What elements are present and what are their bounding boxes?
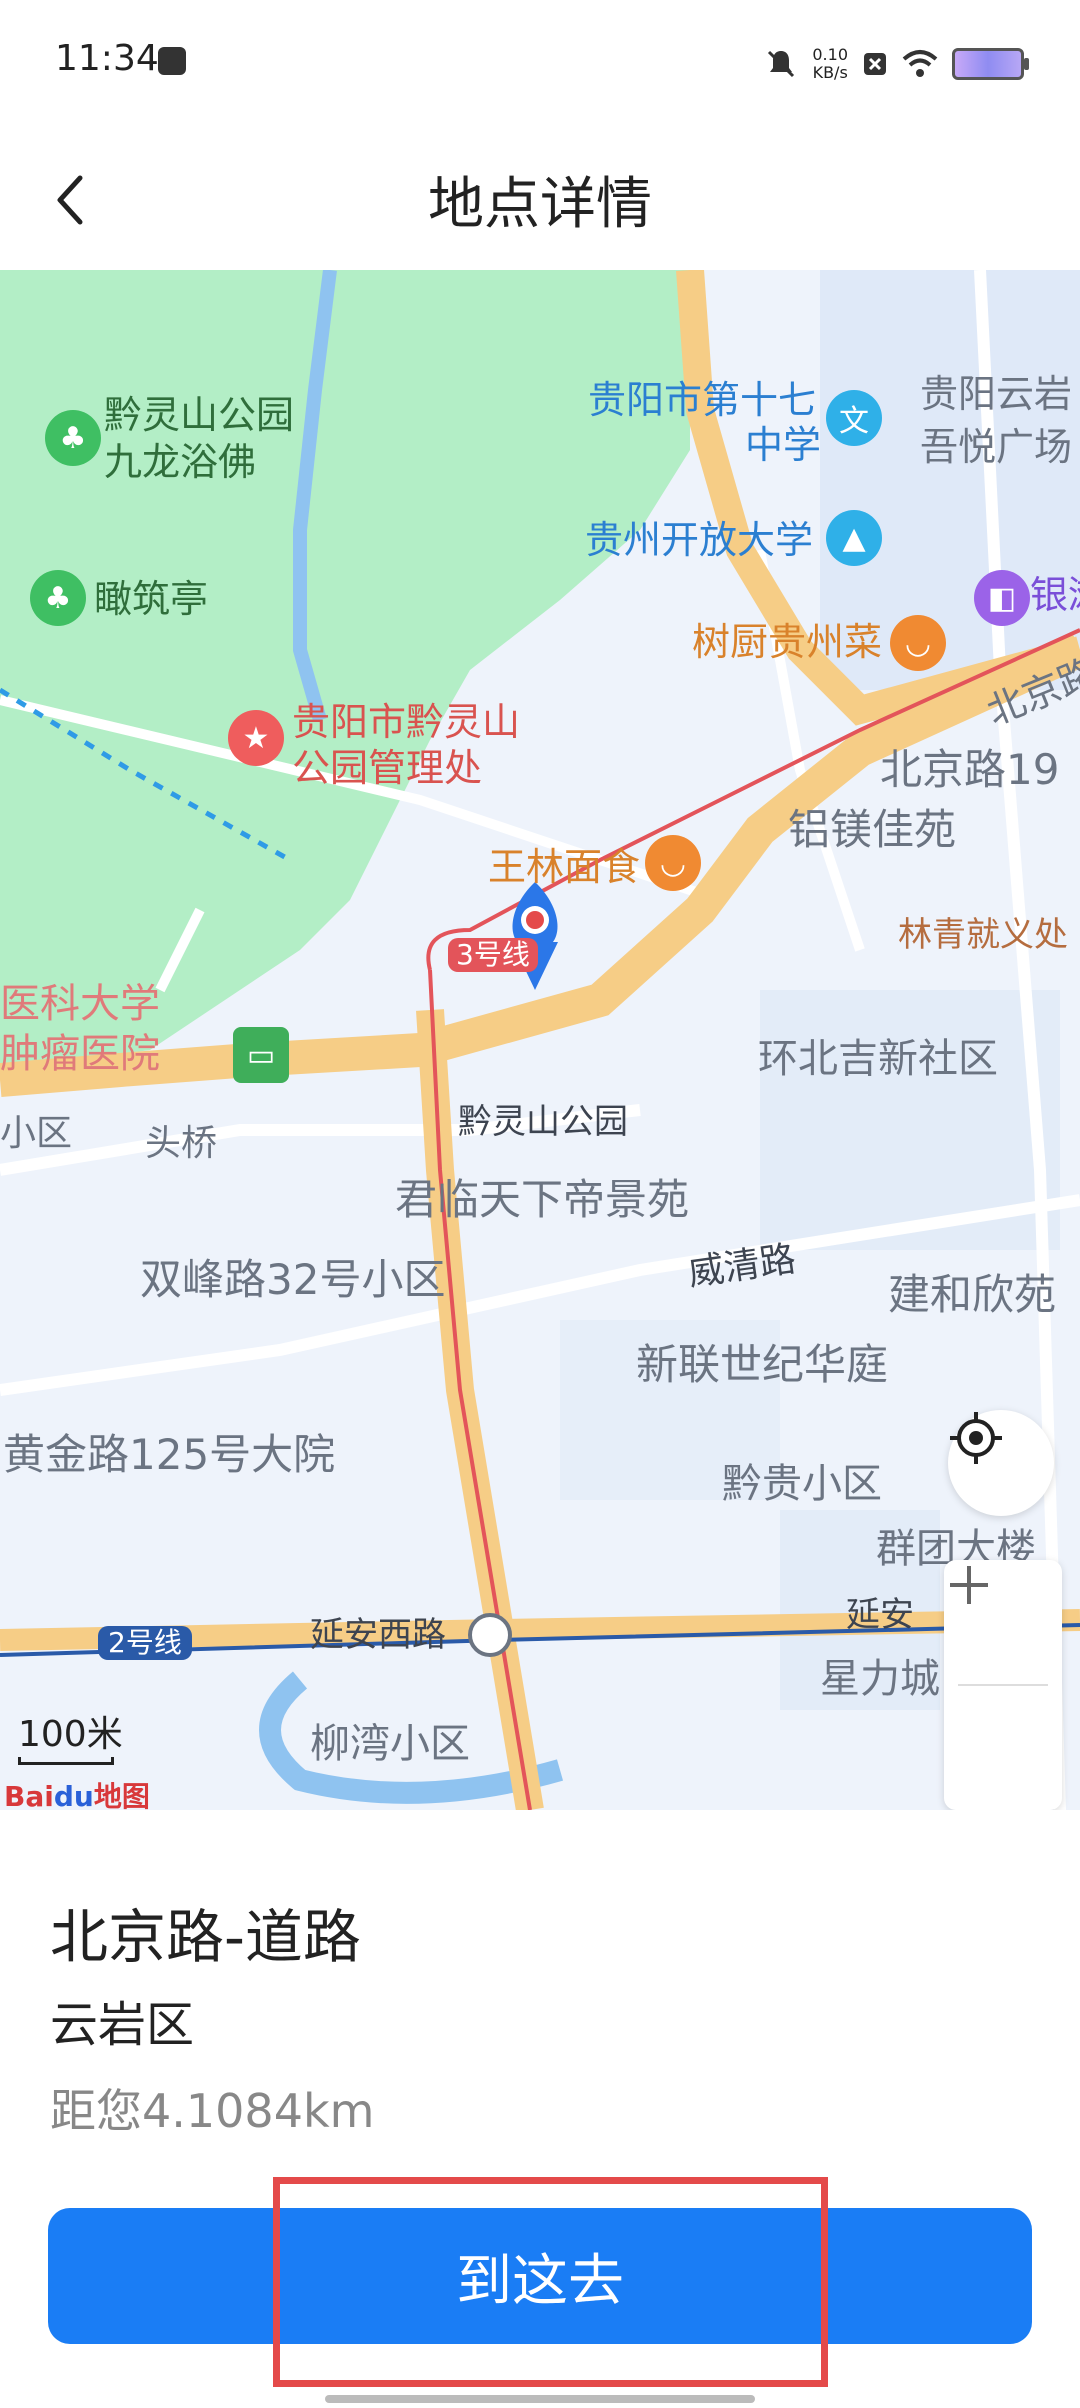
map-label-park-office-2: 公园管理处 [292, 746, 483, 790]
map-label-toutiao: 头桥 [145, 1123, 218, 1164]
page-title: 地点详情 [428, 172, 652, 237]
message-notification-icon [158, 47, 186, 75]
map-label-linqing: 林青就义处 [898, 915, 1068, 955]
office-star-icon: ★ [228, 710, 284, 766]
map-label-shuangfeng: 双峰路32号小区 [140, 1255, 446, 1304]
university-icon: ▲ [826, 510, 882, 566]
map-label-pavilion: 瞰筑亭 [94, 577, 209, 621]
go-here-label: 到这去 [456, 2248, 624, 2314]
home-indicator[interactable] [325, 2395, 755, 2403]
map-label-medical-1: 医科大学 [0, 981, 160, 1027]
baidu-logo-du: du [53, 1780, 94, 1810]
metro-line2-badge: 2号线 [98, 1626, 192, 1660]
network-speed-value: 0.10 [812, 45, 848, 64]
status-icons: 0.10 KB/s [764, 44, 1029, 84]
wifi-icon [902, 50, 938, 77]
map-label-jianhe: 建和欣苑 [888, 1270, 1057, 1319]
place-distance: 距您4.1084km [50, 2084, 375, 2138]
school-icon: 文 [826, 390, 882, 446]
place-district: 云岩区 [50, 1997, 195, 2053]
baidu-map-logo: Baidu地图 [4, 1775, 150, 1810]
status-bar: 11:34 0.10 KB/s [0, 0, 1080, 125]
network-speed: 0.10 KB/s [812, 46, 848, 82]
map-label-medical-2: 肿瘤医院 [0, 1031, 160, 1077]
map-scale: 100米 [18, 1705, 123, 1765]
status-time: 11:34 [55, 38, 159, 79]
baidu-logo-map: 地图 [93, 1780, 150, 1810]
park-tree-icon: ♣ [45, 410, 101, 466]
map-label-xiaoqu: 小区 [0, 1113, 73, 1154]
map-label-wanglin: 王林面食 [488, 845, 641, 889]
map-label-lvmei: 铝镁佳苑 [788, 805, 957, 854]
map-label-liuwan: 柳湾小区 [310, 1721, 470, 1767]
map-label-open-univ: 贵州开放大学 [585, 518, 814, 562]
map-scale-line [18, 1757, 114, 1765]
bus-stop-icon: ▭ [233, 1027, 289, 1083]
map-label-beijing-19: 北京路19 [880, 745, 1060, 794]
pavilion-tree-icon: ♣ [30, 570, 86, 626]
map-label-yunyan-2: 吾悦广场 [920, 425, 1073, 469]
crosshair-icon [950, 1412, 1002, 1464]
map-label-school17-1: 贵阳市第十七 [588, 378, 817, 422]
metro-line3-badge: 3号线 [448, 938, 538, 972]
map-label-restaurant: 树厨贵州菜 [692, 620, 883, 664]
map-label-xinlian: 新联世纪华庭 [636, 1340, 889, 1389]
place-name: 北京路-道路 [50, 1903, 361, 1971]
map-label-metro-station: 黔灵山公园 [458, 1102, 628, 1142]
map-scale-text: 100米 [18, 1714, 123, 1755]
map-label-huanbei: 环北吉新社区 [758, 1036, 998, 1082]
noodle-shop-icon: ◡ [645, 835, 701, 891]
baidu-logo-bai: Bai [4, 1780, 54, 1810]
map-label-yanan: 延安 [846, 1595, 914, 1635]
map-label-qiangui: 黔贵小区 [722, 1461, 882, 1507]
map-label-yanan-west: 延安西路 [310, 1615, 446, 1655]
zoom-out-button[interactable] [944, 1583, 1062, 1810]
header: 地点详情 [0, 125, 1080, 270]
map-label-huangjin: 黄金路125号大院 [3, 1430, 336, 1479]
map-label-bank: 银滩 [1030, 573, 1080, 617]
map-label-xingli: 星力城 [820, 1656, 940, 1702]
zoom-control [944, 1560, 1062, 1810]
place-info-panel: 北京路-道路 云岩区 距您4.1084km [0, 1810, 1080, 2170]
restaurant-icon: ◡ [890, 615, 946, 671]
network-speed-unit: KB/s [812, 63, 848, 82]
map-label-park: 黔灵山公园 [104, 393, 295, 437]
map-label-yunyan-1: 贵阳云岩 [920, 372, 1073, 416]
go-here-button[interactable]: 到这去 [48, 2208, 1032, 2344]
sim-x-icon [864, 53, 886, 75]
bank-icon: ◧ [974, 570, 1030, 626]
map-view[interactable]: ♣ ♣ ★ 文 ▲ ◧ ◡ ◡ ▭ 黔灵山公园 九龙浴佛 瞰筑亭 贵阳市黔灵山 … [0, 270, 1080, 1810]
mute-bell-icon [768, 50, 795, 78]
map-label-park-office-1: 贵阳市黔灵山 [292, 700, 521, 744]
map-label-buddha: 九龙浴佛 [104, 440, 257, 484]
map-label-school17-2: 中学 [745, 423, 822, 467]
battery-icon [952, 48, 1029, 80]
map-label-junlin: 君临天下帝景苑 [395, 1175, 690, 1224]
locate-button[interactable] [948, 1410, 1054, 1516]
minus-icon [950, 1583, 988, 1587]
